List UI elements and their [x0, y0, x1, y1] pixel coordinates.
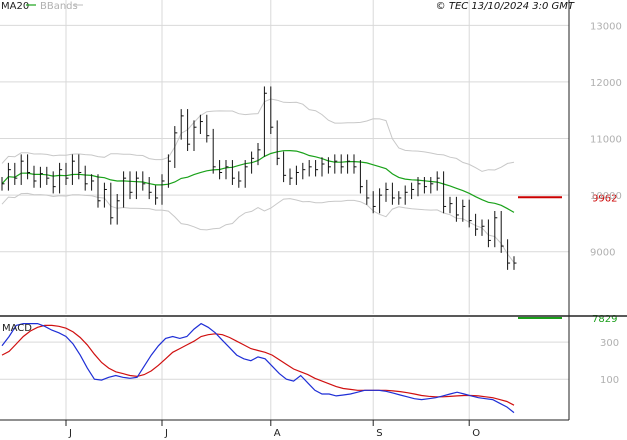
- legend-bbands: BBands: [40, 1, 78, 12]
- month-tick-label: J: [164, 428, 168, 439]
- price-tick-label: 10000: [590, 191, 622, 202]
- price-grid: [0, 0, 569, 420]
- price-tick-label: 12000: [590, 78, 622, 89]
- macd-signal-line: [1, 324, 515, 406]
- month-tick-label: O: [472, 428, 480, 439]
- month-tick-label: S: [376, 428, 382, 439]
- price-levels: 99627829: [518, 193, 617, 325]
- copyright-text: © TEC 13/10/2024 3:0 GMT: [436, 1, 575, 12]
- macd-tick-label: 300: [600, 338, 619, 349]
- price-tick-label: 13000: [590, 21, 622, 32]
- month-tick-label: A: [274, 428, 281, 439]
- month-tick-label: J: [68, 428, 72, 439]
- price-tick-label: 11000: [590, 135, 622, 146]
- macd-panel: [0, 322, 569, 414]
- price-tick-label: 9000: [590, 248, 615, 259]
- stock-chart: 99627829 9000 10000 11000 12000 13000 J J A S O 10…: [0, 0, 627, 439]
- price-bars: [1, 86, 517, 270]
- axis-labels: 9000 10000 11000 12000 13000 J J A S O 100 300: [65, 21, 622, 439]
- macd-tick-label: 100: [600, 375, 619, 386]
- macd-title: MACD: [2, 323, 32, 334]
- chart-frame: [0, 0, 627, 421]
- legend-ma20: MA20: [1, 1, 29, 12]
